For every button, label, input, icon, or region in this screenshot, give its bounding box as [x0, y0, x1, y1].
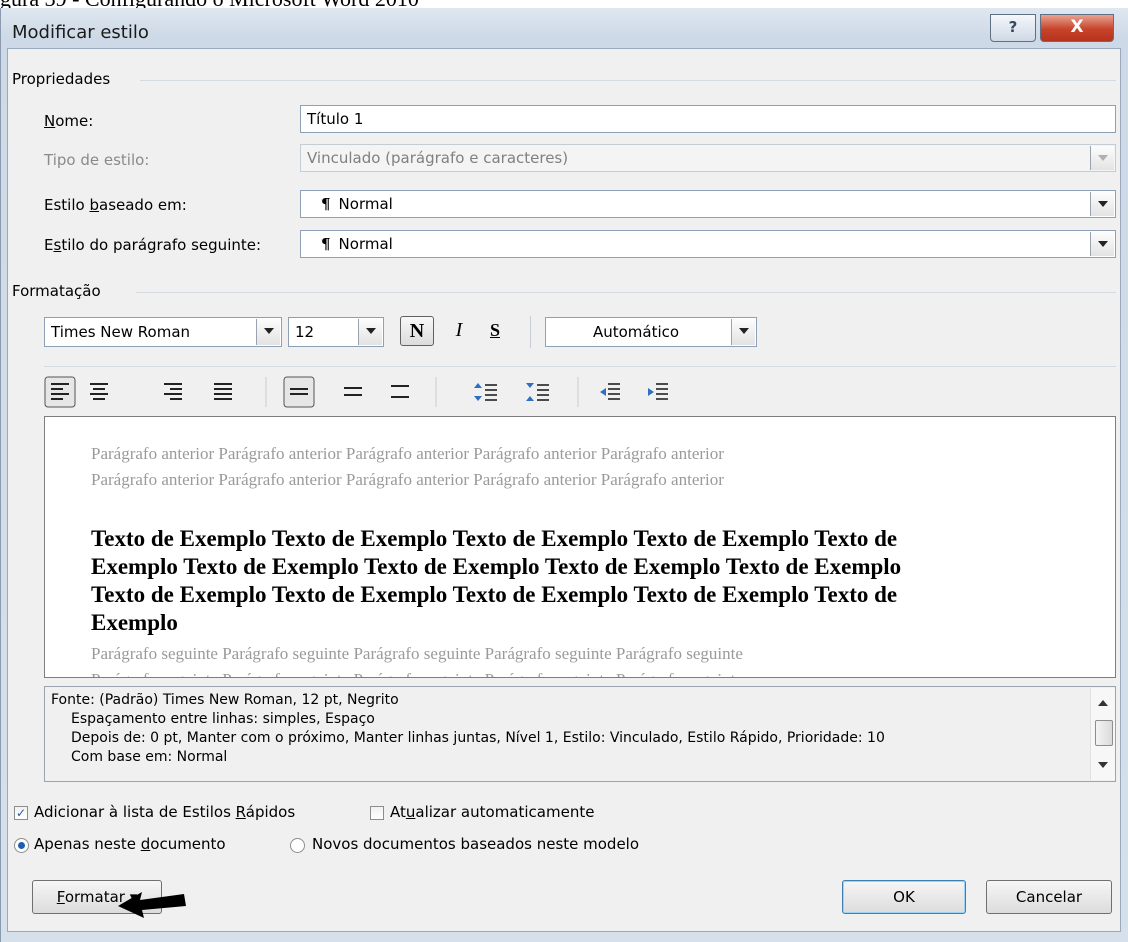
toolbar-divider	[44, 366, 1116, 367]
style-preview: Parágrafo anterior Parágrafo anterior Pa…	[44, 416, 1116, 678]
auto-update-label: Atualizar automaticamente	[390, 803, 595, 821]
next-style-label: Estilo do parágrafo seguinte:	[44, 236, 262, 254]
dialog-title: Modificar estilo	[12, 22, 149, 43]
align-left-button[interactable]	[44, 376, 76, 408]
increase-indent-button[interactable]	[648, 383, 668, 400]
preview-line: Parágrafo seguinte Parágrafo seguinte Pa…	[91, 667, 743, 677]
ok-button[interactable]: OK	[842, 880, 966, 914]
style-type-label: Tipo de estilo:	[44, 151, 150, 169]
preview-line: Exemplo Texto de Exemplo Texto de Exempl…	[91, 554, 902, 579]
double-spacing-button[interactable]	[391, 385, 409, 398]
chevron-down-icon	[1090, 146, 1114, 170]
style-description: Fonte: (Padrão) Times New Roman, 12 pt, …	[44, 686, 1116, 782]
preview-line: Texto de Exemplo Texto de Exemplo Texto …	[91, 526, 898, 551]
description-line: Com base em: Normal	[71, 749, 228, 765]
formatting-group-label: Formatação	[12, 282, 107, 300]
preview-line: Parágrafo anterior Parágrafo anterior Pa…	[91, 444, 724, 463]
cancel-button[interactable]: Cancelar	[986, 880, 1112, 914]
description-line: Espaçamento entre linhas: simples, Espaç…	[71, 711, 375, 727]
close-icon: X	[1070, 17, 1084, 37]
chevron-down-icon[interactable]	[1090, 232, 1114, 256]
next-style-select[interactable]: ¶ Normal	[300, 230, 1116, 258]
only-this-document-radio[interactable]	[14, 838, 29, 853]
bold-button[interactable]: N	[400, 316, 434, 346]
scroll-up-icon[interactable]	[1098, 700, 1108, 706]
annotation-arrow-icon	[118, 892, 186, 918]
font-select[interactable]: Times New Roman	[44, 317, 282, 347]
paragraph-mark-icon: ¶	[321, 195, 331, 213]
underline-button[interactable]: S	[478, 316, 512, 346]
paragraph-mark-icon: ¶	[321, 235, 331, 253]
based-on-label: Estilo baseado em:	[44, 196, 187, 214]
space-before-button[interactable]	[474, 383, 497, 401]
properties-group-label: Propriedades	[12, 70, 117, 88]
new-documents-radio[interactable]	[290, 838, 305, 853]
chevron-down-icon[interactable]	[256, 319, 280, 345]
align-right-button[interactable]	[164, 383, 182, 400]
align-center-button[interactable]	[90, 383, 108, 400]
add-quick-styles-checkbox[interactable]: ✓	[14, 806, 28, 820]
one-half-spacing-button[interactable]	[344, 387, 362, 396]
justify-button[interactable]	[214, 383, 232, 400]
help-icon: ?	[1008, 18, 1018, 36]
based-on-select[interactable]: ¶ Normal	[300, 190, 1116, 218]
chevron-down-icon[interactable]	[358, 319, 382, 345]
style-type-select[interactable]: Vinculado (parágrafo e caracteres)	[300, 144, 1116, 172]
close-button[interactable]: X	[1040, 14, 1114, 42]
description-scrollbar[interactable]	[1090, 688, 1115, 780]
only-this-document-label: Apenas neste documento	[34, 835, 226, 853]
single-spacing-button[interactable]	[283, 376, 315, 408]
font-size-select[interactable]: 12	[288, 317, 384, 347]
preview-line: Parágrafo anterior Parágrafo anterior Pa…	[91, 470, 724, 489]
decrease-indent-button[interactable]	[600, 383, 620, 400]
new-documents-label: Novos documentos baseados neste modelo	[312, 835, 640, 853]
scroll-down-icon[interactable]	[1098, 762, 1108, 768]
description-line: Depois de: 0 pt, Manter com o próximo, M…	[71, 730, 885, 746]
preview-line: Parágrafo seguinte Parágrafo seguinte Pa…	[91, 644, 743, 663]
font-color-select[interactable]: Automático	[545, 317, 757, 347]
chevron-down-icon[interactable]	[1090, 192, 1114, 216]
chevron-down-icon[interactable]	[731, 319, 755, 345]
name-label: Nome:	[44, 112, 94, 130]
sample-paragraph: Texto de Exemplo Texto de Exemplo Texto …	[91, 525, 901, 637]
name-input[interactable]: Título 1	[300, 105, 1116, 133]
group-divider	[136, 292, 1116, 293]
group-divider	[140, 80, 1116, 81]
next-paragraph: Parágrafo seguinte Parágrafo seguinte Pa…	[91, 641, 743, 677]
add-quick-styles-label: Adicionar à lista de Estilos Rápidos	[34, 803, 296, 821]
previous-paragraph: Parágrafo anterior Parágrafo anterior Pa…	[91, 441, 724, 493]
toolbar-separator	[530, 316, 531, 348]
preview-line: Exemplo	[91, 610, 178, 635]
italic-button[interactable]: I	[442, 316, 476, 346]
preview-line: Texto de Exemplo Texto de Exemplo Texto …	[91, 582, 898, 607]
scrollbar-thumb[interactable]	[1095, 720, 1113, 746]
paragraph-toolbar	[44, 376, 668, 408]
auto-update-checkbox[interactable]	[370, 806, 384, 820]
space-after-button[interactable]	[526, 383, 549, 401]
help-button[interactable]: ?	[990, 14, 1036, 42]
description-line: Fonte: (Padrão) Times New Roman, 12 pt, …	[51, 692, 399, 708]
